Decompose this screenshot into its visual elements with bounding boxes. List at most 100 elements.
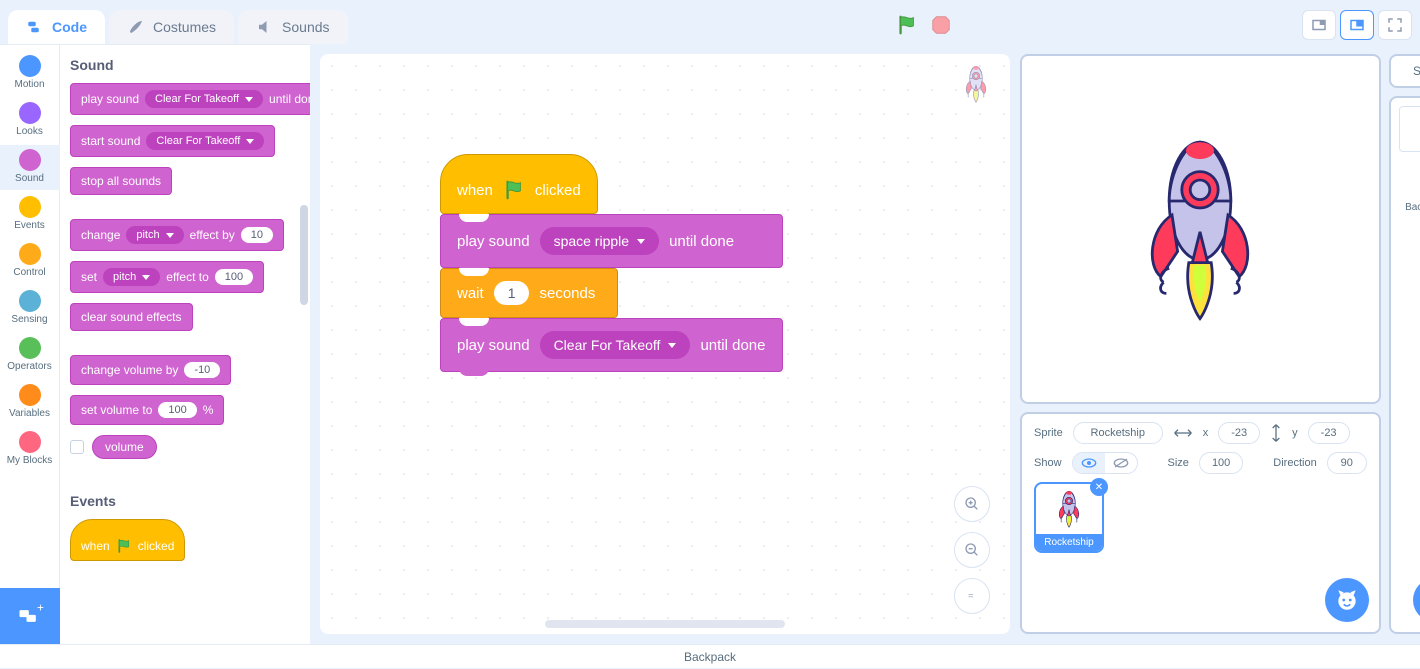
input-number[interactable]: 100 (158, 402, 196, 418)
fullscreen-button[interactable] (1378, 10, 1412, 40)
block-set-effect[interactable]: set pitch effect to 100 (70, 261, 264, 293)
category-events[interactable]: Events (0, 192, 60, 237)
y-label: y (1292, 427, 1298, 439)
category-control[interactable]: Control (0, 239, 60, 284)
sprite-direction-input[interactable]: 90 (1327, 452, 1367, 474)
category-motion[interactable]: Motion (0, 51, 60, 96)
stage-header: Stage (1389, 54, 1420, 88)
block-palette[interactable]: Sound play sound Clear For Takeoff until… (60, 45, 310, 644)
block-set-volume[interactable]: set volume to 100 % (70, 395, 224, 425)
sprite-watermark (956, 64, 996, 104)
size-label: Size (1168, 457, 1189, 469)
dropdown-effect[interactable]: pitch (103, 268, 160, 286)
script-block-play-sound-1[interactable]: play sound space ripple until done (440, 214, 783, 268)
stage-column: Stage Backdrops 1 (1389, 54, 1420, 634)
stage-sprite-rocketship (1130, 129, 1270, 329)
category-sensing[interactable]: Sensing (0, 286, 60, 331)
script-block-when-flag-clicked[interactable]: when clicked (440, 154, 598, 214)
stop-button[interactable] (930, 14, 952, 36)
block-change-effect[interactable]: change pitch effect by 10 (70, 219, 284, 251)
workspace-wrap: when clicked play sound space ripple unt… (310, 44, 1020, 644)
right-panel: Sprite Rocketship x -23 y -23 Show Size (1020, 44, 1420, 644)
zoom-reset-button[interactable]: = (954, 578, 990, 614)
backdrop-thumbnail (1399, 106, 1420, 152)
input-number[interactable]: 1 (494, 281, 530, 305)
sprite-name-input[interactable]: Rocketship (1073, 422, 1163, 444)
tab-costumes[interactable]: Costumes (109, 10, 234, 44)
top-bar: Code Costumes Sounds (0, 0, 1420, 44)
main-area: Motion Looks Sound Events Control Sensin… (0, 44, 1420, 644)
brush-icon (127, 18, 145, 36)
category-looks[interactable]: Looks (0, 98, 60, 143)
palette-scrollbar[interactable] (300, 205, 308, 305)
tab-sounds[interactable]: Sounds (238, 10, 347, 44)
sprite-tile-label: Rocketship (1036, 534, 1102, 551)
input-number[interactable]: -10 (184, 362, 220, 378)
x-arrow-icon (1173, 427, 1193, 439)
category-myblocks[interactable]: My Blocks (0, 427, 60, 472)
block-play-sound-until-done[interactable]: play sound Clear For Takeoff until done (70, 83, 310, 115)
script-block-play-sound-2[interactable]: play sound Clear For Takeoff until done (440, 318, 783, 372)
stage-controls (896, 10, 1412, 44)
category-operators[interactable]: Operators (0, 333, 60, 378)
category-list: Motion Looks Sound Events Control Sensin… (0, 45, 60, 644)
backpack-bar[interactable]: Backpack (0, 644, 1420, 668)
block-start-sound[interactable]: start sound Clear For Takeoff (70, 125, 275, 157)
sprite-tile-rocketship[interactable]: ✕ Rocketship (1034, 482, 1104, 553)
svg-text:+: + (37, 602, 44, 614)
zoom-in-button[interactable] (954, 486, 990, 522)
speaker-icon (256, 18, 274, 36)
green-flag-icon (116, 538, 132, 554)
input-number[interactable]: 10 (241, 227, 273, 243)
blocks-panel: Motion Looks Sound Events Control Sensin… (0, 44, 310, 644)
cat-icon (1334, 587, 1360, 613)
sprite-x-input[interactable]: -23 (1218, 422, 1260, 444)
show-hidden-button[interactable] (1105, 453, 1137, 473)
tab-code[interactable]: Code (8, 10, 105, 44)
editor-tabs: Code Costumes Sounds (8, 10, 348, 44)
tab-sounds-label: Sounds (282, 19, 329, 35)
green-flag-button[interactable] (896, 14, 918, 36)
block-clear-sound-effects[interactable]: clear sound effects (70, 303, 193, 331)
script-workspace[interactable]: when clicked play sound space ripple unt… (320, 54, 1010, 634)
stage-small-button[interactable] (1302, 10, 1336, 40)
sprite-label: Sprite (1034, 427, 1063, 439)
dropdown-sound[interactable]: space ripple (540, 227, 660, 255)
category-sound[interactable]: Sound (0, 145, 60, 190)
dropdown-sound[interactable]: Clear For Takeoff (540, 331, 691, 359)
zoom-out-button[interactable] (954, 532, 990, 568)
block-when-flag-clicked[interactable]: when clicked (70, 519, 185, 561)
svg-text:=: = (968, 591, 973, 601)
script-block-wait[interactable]: wait 1 seconds (440, 268, 618, 318)
extension-icon: + (16, 602, 44, 630)
direction-label: Direction (1273, 457, 1316, 469)
script-stack[interactable]: when clicked play sound space ripple unt… (440, 154, 783, 372)
dropdown-sound[interactable]: Clear For Takeoff (146, 132, 264, 150)
dropdown-sound[interactable]: Clear For Takeoff (145, 90, 263, 108)
add-backdrop-button[interactable] (1413, 578, 1420, 622)
stage-large-button[interactable] (1340, 10, 1374, 40)
stage-view[interactable] (1020, 54, 1381, 404)
y-arrow-icon (1270, 423, 1282, 443)
sprite-y-input[interactable]: -23 (1308, 422, 1350, 444)
stage-selector[interactable]: Backdrops 1 (1389, 96, 1420, 634)
category-variables[interactable]: Variables (0, 380, 60, 425)
sprite-size-input[interactable]: 100 (1199, 452, 1243, 474)
code-icon (26, 18, 44, 36)
x-label: x (1203, 427, 1209, 439)
sprite-list: ✕ Rocketship (1034, 482, 1367, 553)
monitor-checkbox-volume[interactable] (70, 440, 84, 454)
input-number[interactable]: 100 (215, 269, 253, 285)
block-stop-all-sounds[interactable]: stop all sounds (70, 167, 172, 195)
backdrops-count: 1 (1399, 213, 1420, 224)
tab-costumes-label: Costumes (153, 19, 216, 35)
block-change-volume[interactable]: change volume by -10 (70, 355, 231, 385)
add-extension-button[interactable]: + (0, 588, 60, 644)
dropdown-effect[interactable]: pitch (126, 226, 183, 244)
workspace-h-scrollbar[interactable] (545, 620, 785, 628)
delete-sprite-button[interactable]: ✕ (1090, 478, 1108, 496)
show-visible-button[interactable] (1073, 453, 1105, 473)
green-flag-icon (503, 179, 525, 201)
reporter-volume[interactable]: volume (92, 435, 157, 459)
add-sprite-button[interactable] (1325, 578, 1369, 622)
